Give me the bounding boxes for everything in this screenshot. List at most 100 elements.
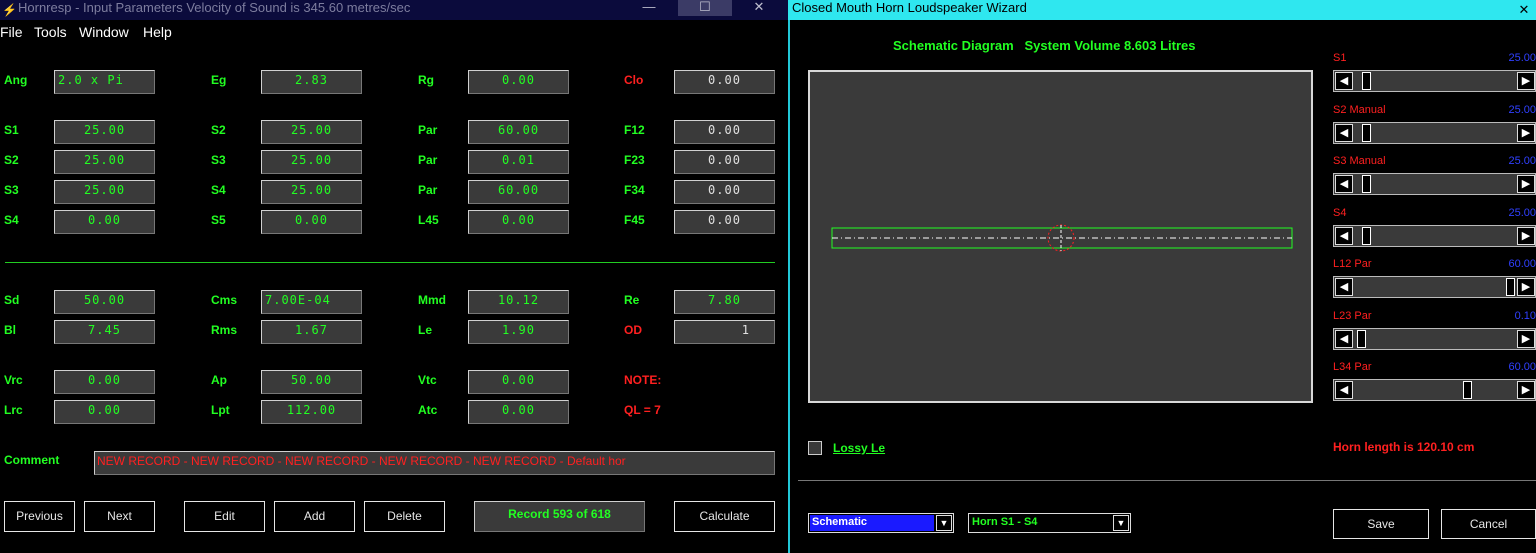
slider-track[interactable]: ◀ ▶: [1333, 225, 1536, 247]
s3-field[interactable]: 25.00: [261, 150, 362, 174]
slider-thumb[interactable]: [1362, 227, 1371, 245]
par1-field[interactable]: 60.00: [468, 120, 569, 144]
lossy-le-checkbox[interactable]: [808, 441, 822, 455]
s3-label: S3: [211, 153, 226, 167]
slider-track[interactable]: ◀ ▶: [1333, 276, 1536, 298]
comment-field[interactable]: NEW RECORD - NEW RECORD - NEW RECORD - N…: [94, 451, 775, 475]
arrow-left-icon[interactable]: ◀: [1335, 175, 1353, 193]
arrow-right-icon[interactable]: ▶: [1517, 278, 1535, 296]
s5-field[interactable]: 0.00: [261, 210, 362, 234]
slider-thumb[interactable]: [1362, 124, 1371, 142]
rms-label: Rms: [211, 323, 238, 337]
f34-field[interactable]: 0.00: [674, 180, 775, 204]
arrow-right-icon[interactable]: ▶: [1517, 175, 1535, 193]
menu-file[interactable]: File: [0, 24, 23, 40]
lpt-field[interactable]: 112.00: [261, 400, 362, 424]
eg-field[interactable]: 2.83: [261, 70, 362, 94]
l45-field[interactable]: 0.00: [468, 210, 569, 234]
slider-track[interactable]: ◀ ▶: [1333, 328, 1536, 350]
clo-field[interactable]: 0.00: [674, 70, 775, 94]
schematic-title: Schematic Diagram System Volume 8.603 Li…: [893, 38, 1196, 53]
le-field[interactable]: 1.90: [468, 320, 569, 344]
maximize-button[interactable]: ☐: [678, 0, 732, 16]
cms-field[interactable]: 7.00E-04: [261, 290, 362, 314]
previous-button[interactable]: Previous: [4, 501, 75, 532]
s4-field[interactable]: 25.00: [261, 180, 362, 204]
sd-field[interactable]: 50.00: [54, 290, 155, 314]
view-dropdown[interactable]: Schematic ▼: [808, 513, 954, 533]
s4b-label: S4: [4, 213, 19, 227]
menu-help[interactable]: Help: [143, 24, 172, 40]
par3-field[interactable]: 60.00: [468, 180, 569, 204]
s2b-field[interactable]: 25.00: [54, 150, 155, 174]
s3b-label: S3: [4, 183, 19, 197]
arrow-left-icon[interactable]: ◀: [1335, 227, 1353, 245]
slider-track[interactable]: ◀ ▶: [1333, 173, 1536, 195]
chevron-down-icon[interactable]: ▼: [1113, 515, 1129, 531]
arrow-right-icon[interactable]: ▶: [1517, 227, 1535, 245]
lossy-le-label: Lossy Le: [833, 441, 886, 455]
close-button[interactable]: ✕: [734, 0, 784, 16]
s2-field[interactable]: 25.00: [261, 120, 362, 144]
add-button[interactable]: Add: [274, 501, 355, 532]
vtc-label: Vtc: [418, 373, 437, 387]
save-button[interactable]: Save: [1333, 509, 1429, 539]
ang-field[interactable]: 2.0 x Pi: [54, 70, 155, 94]
arrow-left-icon[interactable]: ◀: [1335, 278, 1353, 296]
clo-label: Clo: [624, 73, 644, 87]
slider-track[interactable]: ◀ ▶: [1333, 122, 1536, 144]
arrow-right-icon[interactable]: ▶: [1517, 381, 1535, 399]
slider-track[interactable]: ◀ ▶: [1333, 70, 1536, 92]
ap-label: Ap: [211, 373, 227, 387]
vrc-field[interactable]: 0.00: [54, 370, 155, 394]
re-field[interactable]: 7.80: [674, 290, 775, 314]
minimize-button[interactable]: —: [624, 0, 674, 16]
rms-field[interactable]: 1.67: [261, 320, 362, 344]
s3b-field[interactable]: 25.00: [54, 180, 155, 204]
s1-field[interactable]: 25.00: [54, 120, 155, 144]
menu-window[interactable]: Window: [79, 24, 129, 40]
slider-thumb[interactable]: [1362, 175, 1371, 193]
par2-field[interactable]: 0.01: [468, 150, 569, 174]
slider-label: S4: [1333, 207, 1347, 219]
arrow-left-icon[interactable]: ◀: [1335, 381, 1353, 399]
f45-field[interactable]: 0.00: [674, 210, 775, 234]
arrow-left-icon[interactable]: ◀: [1335, 124, 1353, 142]
chevron-down-icon[interactable]: ▼: [936, 515, 952, 531]
arrow-right-icon[interactable]: ▶: [1517, 72, 1535, 90]
slider-thumb[interactable]: [1362, 72, 1371, 90]
slider-thumb[interactable]: [1506, 278, 1515, 296]
next-button[interactable]: Next: [84, 501, 155, 532]
rg-field[interactable]: 0.00: [468, 70, 569, 94]
f12-field[interactable]: 0.00: [674, 120, 775, 144]
vtc-field[interactable]: 0.00: [468, 370, 569, 394]
atc-field[interactable]: 0.00: [468, 400, 569, 424]
calculate-button[interactable]: Calculate: [674, 501, 775, 532]
hornresp-app-icon: ⚡: [2, 3, 17, 17]
cms-label: Cms: [211, 293, 238, 307]
arrow-left-icon[interactable]: ◀: [1335, 72, 1353, 90]
arrow-right-icon[interactable]: ▶: [1517, 330, 1535, 348]
bl-field[interactable]: 7.45: [54, 320, 155, 344]
arrow-left-icon[interactable]: ◀: [1335, 330, 1353, 348]
wizard-close-button[interactable]: ✕: [1512, 2, 1536, 18]
delete-button[interactable]: Delete: [364, 501, 445, 532]
ang-label: Ang: [4, 73, 28, 87]
f23-field[interactable]: 0.00: [674, 150, 775, 174]
s2-label: S2: [211, 123, 226, 137]
slider-value: 25.00: [1508, 207, 1536, 219]
slider-thumb[interactable]: [1357, 330, 1366, 348]
od-field[interactable]: 1: [674, 320, 775, 344]
edit-button[interactable]: Edit: [184, 501, 265, 532]
s4b-field[interactable]: 0.00: [54, 210, 155, 234]
arrow-right-icon[interactable]: ▶: [1517, 124, 1535, 142]
section-dropdown[interactable]: Horn S1 - S4 ▼: [968, 513, 1131, 533]
lrc-field[interactable]: 0.00: [54, 400, 155, 424]
menu-tools[interactable]: Tools: [34, 24, 67, 40]
slider-track[interactable]: ◀ ▶: [1333, 379, 1536, 401]
mmd-field[interactable]: 10.12: [468, 290, 569, 314]
slider-thumb[interactable]: [1463, 381, 1472, 399]
ap-field[interactable]: 50.00: [261, 370, 362, 394]
slider-label: L12 Par: [1333, 258, 1372, 270]
cancel-button[interactable]: Cancel: [1441, 509, 1536, 539]
